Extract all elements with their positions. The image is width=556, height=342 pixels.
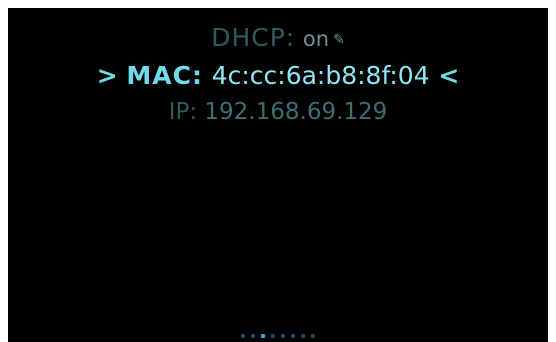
mac-value: 4c:cc:6a:b8:8f:04 xyxy=(211,61,430,90)
menu-item-ip[interactable]: IP: 192.168.69.129 xyxy=(8,94,548,130)
selection-prefix: > xyxy=(96,61,118,90)
page-dot[interactable] xyxy=(281,334,285,338)
page-indicator[interactable] xyxy=(8,334,548,338)
ip-value: 192.168.69.129 xyxy=(204,99,388,125)
page-dot[interactable] xyxy=(311,334,315,338)
page-dot[interactable] xyxy=(301,334,305,338)
menu-item-mac[interactable]: > MAC: 4c:cc:6a:b8:8f:04 < xyxy=(8,58,548,94)
mac-label: MAC: xyxy=(126,61,203,90)
page-dot[interactable] xyxy=(251,334,255,338)
dhcp-value: on xyxy=(302,27,330,51)
page-dot[interactable] xyxy=(241,334,245,338)
page-dot[interactable] xyxy=(291,334,295,338)
page-dot[interactable] xyxy=(271,334,275,338)
selection-suffix: < xyxy=(438,61,460,90)
dhcp-label: DHCP: xyxy=(211,23,296,52)
device-screen: DHCP: on ✎ > MAC: 4c:cc:6a:b8:8f:04 < IP:… xyxy=(8,8,548,342)
pencil-icon[interactable]: ✎ xyxy=(333,22,345,58)
menu-item-dhcp[interactable]: DHCP: on ✎ xyxy=(8,20,548,58)
ip-label: IP: xyxy=(168,99,198,125)
page-dot-active[interactable] xyxy=(261,334,265,338)
network-settings-menu: DHCP: on ✎ > MAC: 4c:cc:6a:b8:8f:04 < IP:… xyxy=(8,20,548,130)
